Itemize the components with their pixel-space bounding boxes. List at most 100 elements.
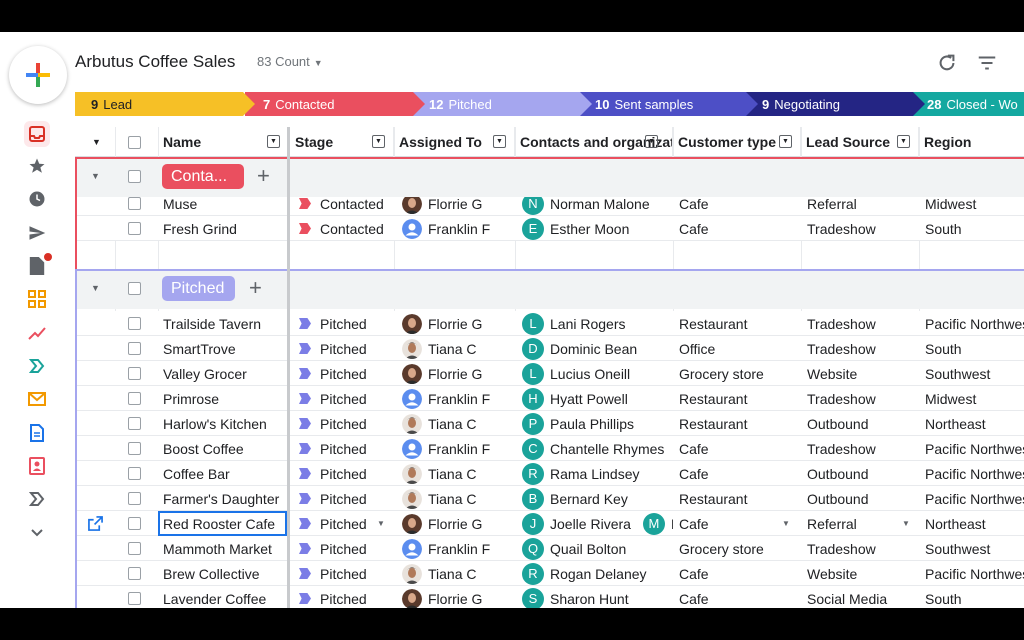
cell-name[interactable]: Red Rooster Cafe (158, 511, 287, 536)
row-select[interactable] (115, 311, 158, 336)
caret-down-icon[interactable]: ▼ (91, 283, 100, 293)
table-row[interactable]: Farmer's Daughter Pitched Tiana C B Bernard … (75, 486, 1024, 511)
cell-assigned[interactable]: Franklin F (397, 536, 515, 561)
cell-name[interactable]: Lavender Coffee (158, 586, 287, 608)
row-select[interactable] (115, 461, 158, 486)
group-chip-pitched[interactable]: Pitched (162, 276, 235, 301)
contact-card-icon[interactable] (26, 455, 48, 477)
table-row[interactable]: Primrose Pitched Franklin F H Hyatt Powell Re… (75, 386, 1024, 411)
add-row-icon[interactable]: + (249, 277, 262, 299)
cell-assigned[interactable]: Tiana C (397, 461, 515, 486)
cell-stage[interactable]: Pitched (294, 461, 394, 486)
cell-stage[interactable]: Pitched (294, 486, 394, 511)
cell-lead-source[interactable]: Website (802, 561, 918, 586)
cell-name[interactable]: Valley Grocer (158, 361, 287, 386)
row-select[interactable] (115, 586, 158, 608)
row-select[interactable] (115, 336, 158, 361)
cell-contact[interactable]: Q Quail Bolton (517, 536, 673, 561)
notes-icon[interactable] (26, 422, 48, 444)
cell-stage[interactable]: Pitched (294, 336, 394, 361)
add-row-icon[interactable]: + (257, 165, 270, 187)
checkbox[interactable] (128, 367, 141, 380)
cell-name[interactable]: SmartTrove (158, 336, 287, 361)
cell-contact[interactable]: R Rogan Delaney (517, 561, 673, 586)
cell-customer-type[interactable]: Cafe (674, 436, 800, 461)
cell-region[interactable]: Pacific Northwest (920, 461, 1024, 486)
cell-contact[interactable]: D Dominic Bean (517, 336, 673, 361)
checkbox[interactable] (128, 342, 141, 355)
cell-region[interactable]: South (920, 336, 1024, 361)
checkbox[interactable] (128, 567, 141, 580)
pipeline-stage[interactable]: 12 Pitched (411, 92, 592, 116)
table-row[interactable]: Boost Coffee Pitched Franklin F C Chantelle … (75, 436, 1024, 461)
cell-assigned[interactable]: Franklin F (397, 436, 515, 461)
cell-lead-source[interactable]: Tradeshow (802, 216, 918, 241)
cell-stage[interactable]: Pitched (294, 411, 394, 436)
cell-customer-type[interactable]: Restaurant (674, 386, 800, 411)
column-menu-icon[interactable]: ▼ (372, 135, 385, 148)
filter-icon[interactable] (976, 52, 998, 74)
cell-assigned[interactable]: Florrie G (397, 311, 515, 336)
column-menu-icon[interactable]: ▼ (267, 135, 280, 148)
inbox-icon[interactable] (24, 121, 50, 147)
row-select[interactable] (115, 361, 158, 386)
cell-contact[interactable]: B Bernard Key (517, 486, 673, 511)
pipeline-icon[interactable] (26, 355, 48, 377)
column-header-region[interactable]: Region (919, 127, 1024, 157)
refresh-icon[interactable] (936, 52, 958, 74)
cell-contact[interactable]: J Joelle Rivera MM (517, 511, 673, 536)
caret-down-icon[interactable]: ▼ (91, 171, 100, 181)
checkbox[interactable] (128, 222, 141, 235)
checkbox[interactable] (128, 417, 141, 430)
column-header-contacts[interactable]: Contacts and organizati ▼ (515, 127, 673, 157)
cell-customer-type[interactable]: Restaurant (674, 311, 800, 336)
cell-name[interactable]: Farmer's Daughter (158, 486, 287, 511)
clock-icon[interactable] (26, 188, 48, 210)
pipeline-stage[interactable]: 28 Closed - Wo (909, 92, 1024, 116)
cell-assigned[interactable]: Tiana C (397, 336, 515, 361)
column-header-name[interactable]: Name ▼ (158, 127, 289, 157)
caret-down-icon[interactable]: ▼ (782, 519, 790, 528)
row-select[interactable] (115, 511, 158, 536)
checkbox[interactable] (128, 467, 141, 480)
table-row[interactable]: Coffee Bar Pitched Tiana C R Rama Lindsey Caf… (75, 461, 1024, 486)
select-all-checkbox[interactable] (115, 127, 158, 157)
cell-lead-source[interactable]: Website (802, 361, 918, 386)
cell-name[interactable]: Harlow's Kitchen (158, 411, 287, 436)
cell-customer-type[interactable]: Cafe (674, 461, 800, 486)
stages-icon[interactable] (26, 488, 48, 510)
group-checkbox[interactable] (128, 282, 141, 295)
cell-lead-source[interactable]: Tradeshow (802, 386, 918, 411)
cell-region[interactable]: Pacific Northwest (920, 486, 1024, 511)
pipeline-stage[interactable]: 10 Sent samples (577, 92, 758, 116)
table-row[interactable]: Lavender Coffee Pitched Florrie G S Sharon H… (75, 586, 1024, 608)
cell-contact[interactable]: R Rama Lindsey (517, 461, 673, 486)
caret-down-icon[interactable]: ▼ (377, 519, 385, 528)
document-icon[interactable] (26, 253, 52, 277)
cell-customer-type[interactable]: Restaurant (674, 486, 800, 511)
cell-lead-source[interactable]: Social Media (802, 586, 918, 608)
cell-lead-source[interactable]: Outbound (802, 486, 918, 511)
cell-contact[interactable]: L Lani Rogers (517, 311, 673, 336)
group-chip-contacted[interactable]: Conta... (162, 164, 244, 189)
row-select[interactable] (115, 436, 158, 461)
cell-lead-source[interactable]: Tradeshow (802, 536, 918, 561)
new-item-button[interactable] (9, 46, 67, 104)
cell-stage[interactable]: Pitched (294, 311, 394, 336)
table-row[interactable]: Valley Grocer Pitched Florrie G L Lucius One… (75, 361, 1024, 386)
cell-lead-source[interactable]: Tradeshow (802, 311, 918, 336)
row-select[interactable] (115, 536, 158, 561)
cell-contact[interactable]: C Chantelle Rhymes (517, 436, 673, 461)
cell-customer-type[interactable]: Restaurant (674, 411, 800, 436)
row-select[interactable] (115, 216, 158, 241)
cell-customer-type[interactable]: Cafe (674, 216, 800, 241)
column-menu-icon[interactable]: ▼ (779, 135, 792, 148)
cell-contact[interactable]: S Sharon Hunt (517, 586, 673, 608)
checkbox[interactable] (128, 492, 141, 505)
checkbox[interactable] (128, 542, 141, 555)
cell-name[interactable]: Primrose (158, 386, 287, 411)
row-select[interactable] (115, 561, 158, 586)
send-icon[interactable] (26, 222, 48, 244)
cell-region[interactable]: Southwest (920, 536, 1024, 561)
checkbox[interactable] (128, 442, 141, 455)
